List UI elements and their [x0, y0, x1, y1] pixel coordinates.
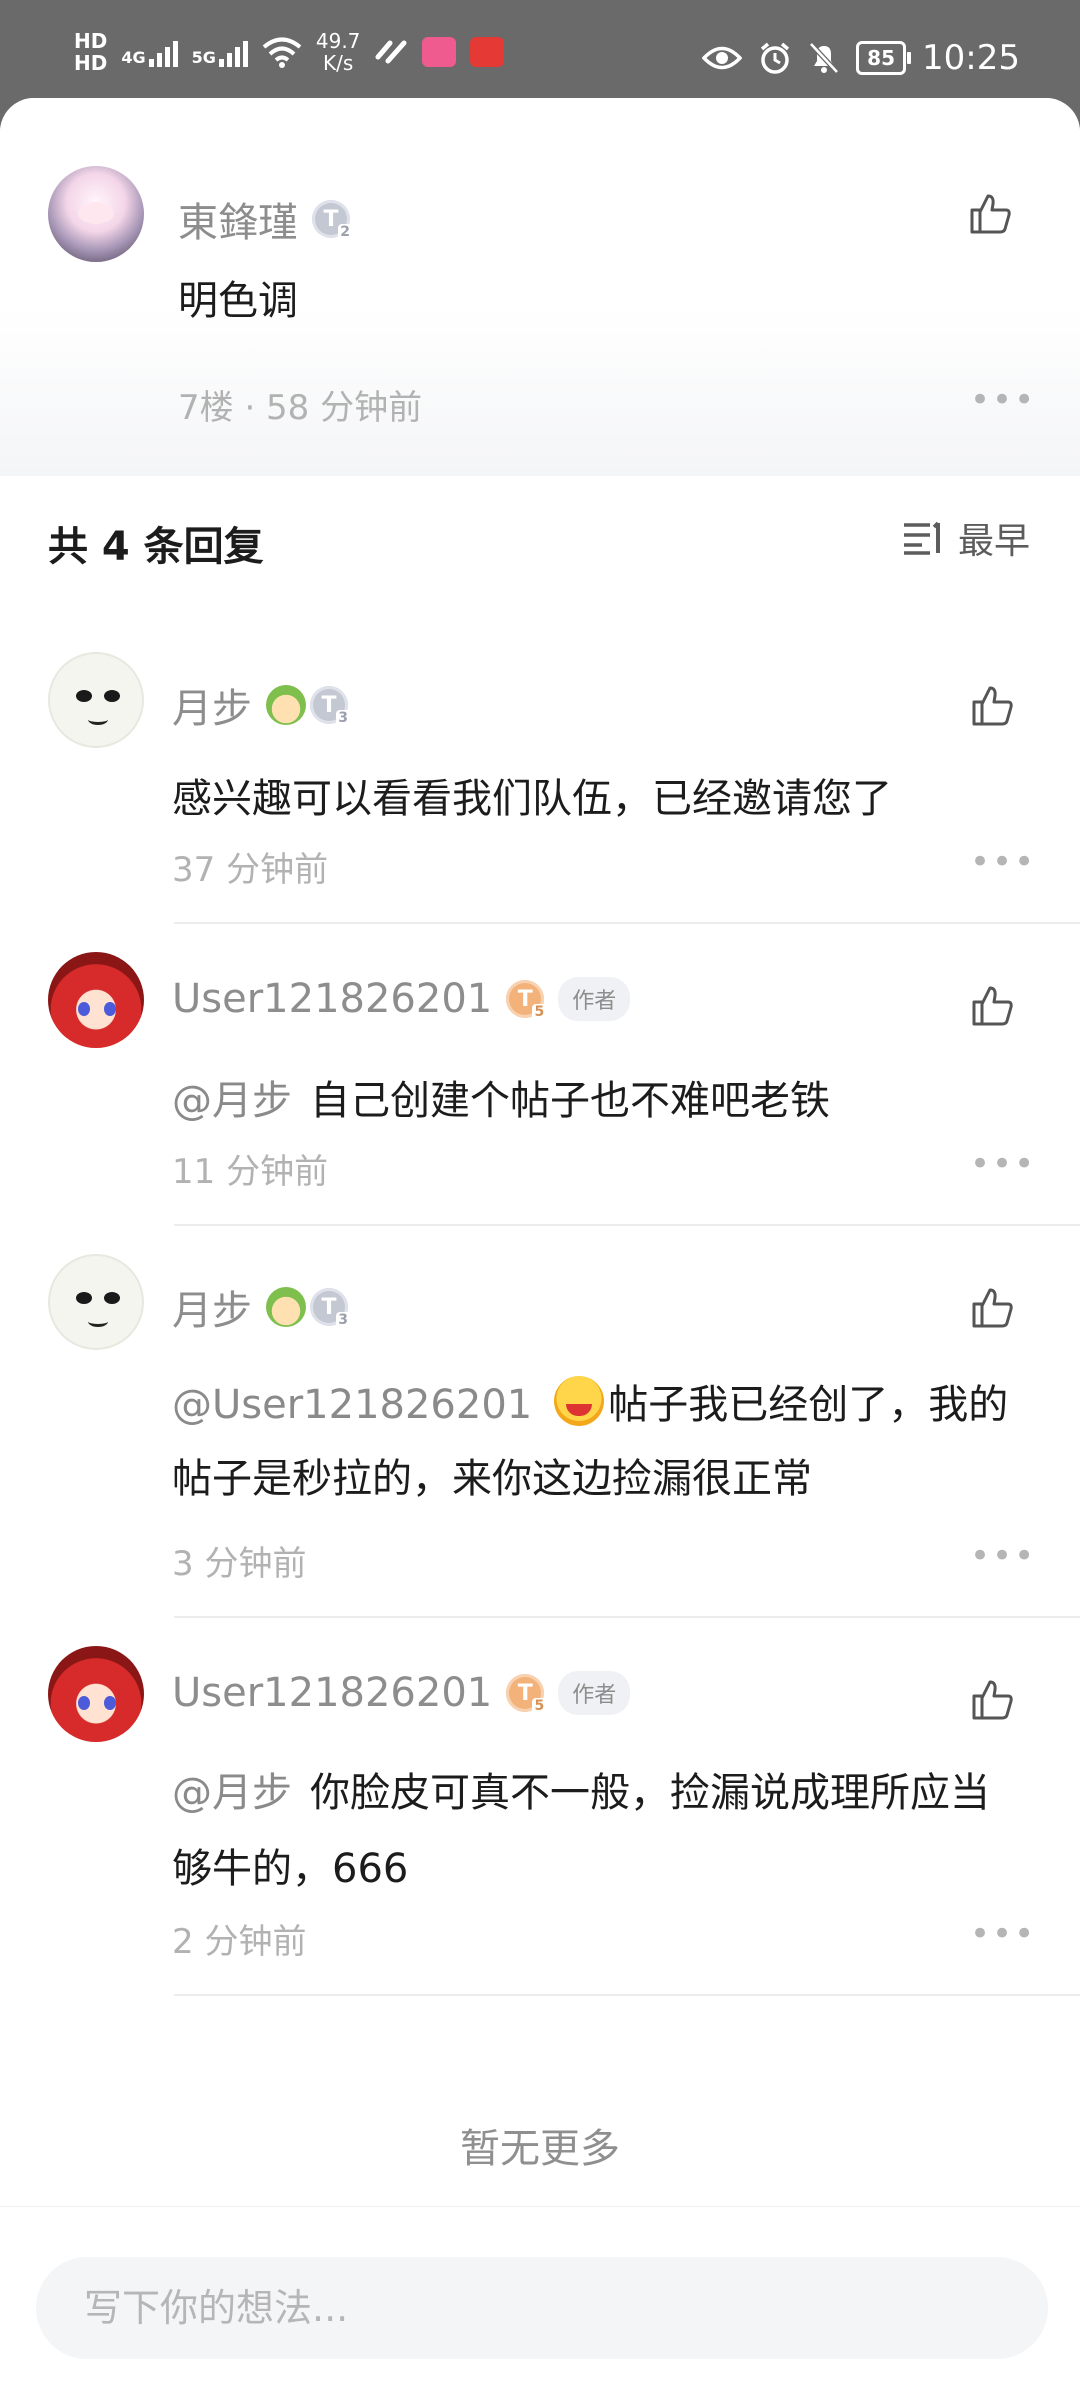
comment-sheet: 東鋒瑾 T2 明色调 7楼 · 58 分钟前 ••• 共 4 条回复 最早 月步…: [0, 98, 1080, 2388]
reply-text: 帖子我已经创了，我的: [608, 1382, 1009, 1428]
reply-content-line2: 够牛的，666: [172, 1846, 409, 1892]
main-post-meta: 7楼 · 58 分钟前: [178, 388, 423, 428]
level-badge: T5: [506, 1674, 547, 1714]
reply-time: 37 分钟前: [172, 850, 329, 890]
hd-indicator: HD HD: [74, 30, 107, 74]
status-left: HD HD 4G 5G 49.7 K/s: [74, 30, 505, 74]
username[interactable]: 月步: [172, 1278, 252, 1336]
username[interactable]: 東鋒瑾: [178, 190, 298, 248]
main-post-content: 明色调: [178, 278, 298, 324]
mention-link[interactable]: @月步: [172, 1078, 292, 1124]
user-emblem-icon: [266, 685, 306, 725]
reply-user: User121826201 T5 作者: [172, 976, 631, 1022]
reply-user: User121826201 T5 作者: [172, 1670, 631, 1716]
eye-icon: [702, 46, 743, 70]
author-badge: 作者: [558, 977, 631, 1021]
replies-count-title: 共 4 条回复: [48, 524, 264, 570]
more-options-icon[interactable]: •••: [970, 1147, 1036, 1181]
wifi-icon: [262, 37, 302, 68]
sim1-network-type: 4G: [121, 48, 146, 67]
more-options-icon[interactable]: •••: [970, 1539, 1036, 1573]
status-right: 85 10:25: [702, 38, 1020, 78]
comment-input-bar: 写下你的想法...: [0, 2206, 1080, 2388]
link-icon: [375, 40, 407, 64]
level-number: 2: [338, 224, 352, 240]
network-speed: 49.7 K/s: [316, 30, 361, 74]
author-badge: 作者: [558, 1671, 631, 1715]
like-icon[interactable]: [968, 1676, 1016, 1724]
grin-emoji-icon: [554, 1376, 605, 1426]
sim2-signal: 5G: [192, 37, 248, 67]
speed-value: 49.7: [315, 29, 361, 53]
level-badge: T3: [310, 686, 350, 726]
alarm-icon: [761, 42, 790, 74]
no-more-label: 暂无更多: [460, 2126, 620, 2172]
mention-link[interactable]: @月步: [172, 1770, 292, 1816]
battery-indicator: 85: [856, 41, 911, 75]
more-options-icon[interactable]: •••: [970, 845, 1036, 879]
divider: [174, 1616, 1080, 1618]
avatar[interactable]: [48, 166, 144, 262]
like-icon[interactable]: [966, 190, 1014, 238]
avatar[interactable]: [48, 652, 144, 748]
level-badge: T3: [310, 1288, 350, 1328]
reply-content: 感兴趣可以看看我们队伍，已经邀请您了: [172, 762, 892, 836]
username[interactable]: 月步: [172, 676, 252, 734]
signal-bars-icon: [218, 37, 248, 67]
reply-user: 月步 T3: [172, 1278, 350, 1336]
sim2-network-type: 5G: [191, 48, 216, 67]
reply-content: @User121826201 帖子我已经创了，我的: [172, 1368, 1008, 1442]
level-number: 3: [336, 710, 350, 726]
reply-content-line2: 帖子是秒拉的，来你这边捡漏很正常: [172, 1456, 812, 1502]
hd-label-2: HD: [74, 51, 108, 75]
reply-time: 3 分钟前: [172, 1544, 307, 1584]
mention-link[interactable]: @User121826201: [172, 1382, 532, 1428]
level-number: 5: [532, 1004, 547, 1020]
sim1-signal: 4G: [121, 37, 178, 67]
like-icon[interactable]: [968, 682, 1016, 730]
speed-unit: K/s: [323, 51, 354, 75]
reply-time: 2 分钟前: [172, 1922, 307, 1962]
level-badge: T2: [312, 200, 352, 240]
reply-text: 感兴趣可以看看我们队伍，已经邀请您了: [172, 776, 892, 822]
more-options-icon[interactable]: •••: [970, 1917, 1036, 1951]
avatar[interactable]: [48, 1254, 144, 1350]
reply-time: 11 分钟前: [172, 1152, 329, 1192]
avatar[interactable]: [48, 952, 144, 1048]
username[interactable]: User121826201: [172, 976, 492, 1022]
reply-content: @月步 自己创建个帖子也不难吧老铁: [172, 1064, 830, 1138]
reply-user: 月步 T3: [172, 676, 350, 734]
user-emblem-icon: [266, 1287, 306, 1327]
main-post: 東鋒瑾 T2 明色调 7楼 · 58 分钟前 •••: [0, 98, 1080, 476]
divider: [174, 1224, 1080, 1226]
reply-text: 自己创建个帖子也不难吧老铁: [310, 1078, 830, 1124]
sort-icon: [903, 521, 940, 555]
hd-label-1: HD: [74, 29, 108, 53]
clock: 10:25: [922, 38, 1020, 78]
lofter-app-icon: [422, 37, 457, 67]
more-options-icon[interactable]: •••: [970, 383, 1036, 417]
reply-text: 你脸皮可真不一般，捡漏说成理所应当: [310, 1770, 990, 1816]
main-post-user: 東鋒瑾 T2: [178, 190, 352, 248]
level-badge: T5: [506, 980, 547, 1020]
comment-input[interactable]: 写下你的想法...: [36, 2257, 1048, 2359]
divider: [174, 1994, 1080, 1996]
like-icon[interactable]: [968, 982, 1016, 1030]
sort-label: 最早: [957, 521, 1030, 562]
sort-button[interactable]: 最早: [902, 512, 1030, 564]
divider: [174, 922, 1080, 924]
qidian-app-icon: [470, 37, 505, 67]
like-icon[interactable]: [968, 1284, 1016, 1332]
mute-bell-icon: [809, 42, 840, 74]
reply-content: @月步 你脸皮可真不一般，捡漏说成理所应当: [172, 1756, 990, 1830]
status-bar: HD HD 4G 5G 49.7 K/s 85 10:25: [0, 0, 1080, 100]
signal-bars-icon: [148, 37, 178, 67]
username[interactable]: User121826201: [172, 1670, 492, 1716]
level-number: 5: [532, 1698, 547, 1714]
level-number: 3: [336, 1312, 350, 1328]
avatar[interactable]: [48, 1646, 144, 1742]
